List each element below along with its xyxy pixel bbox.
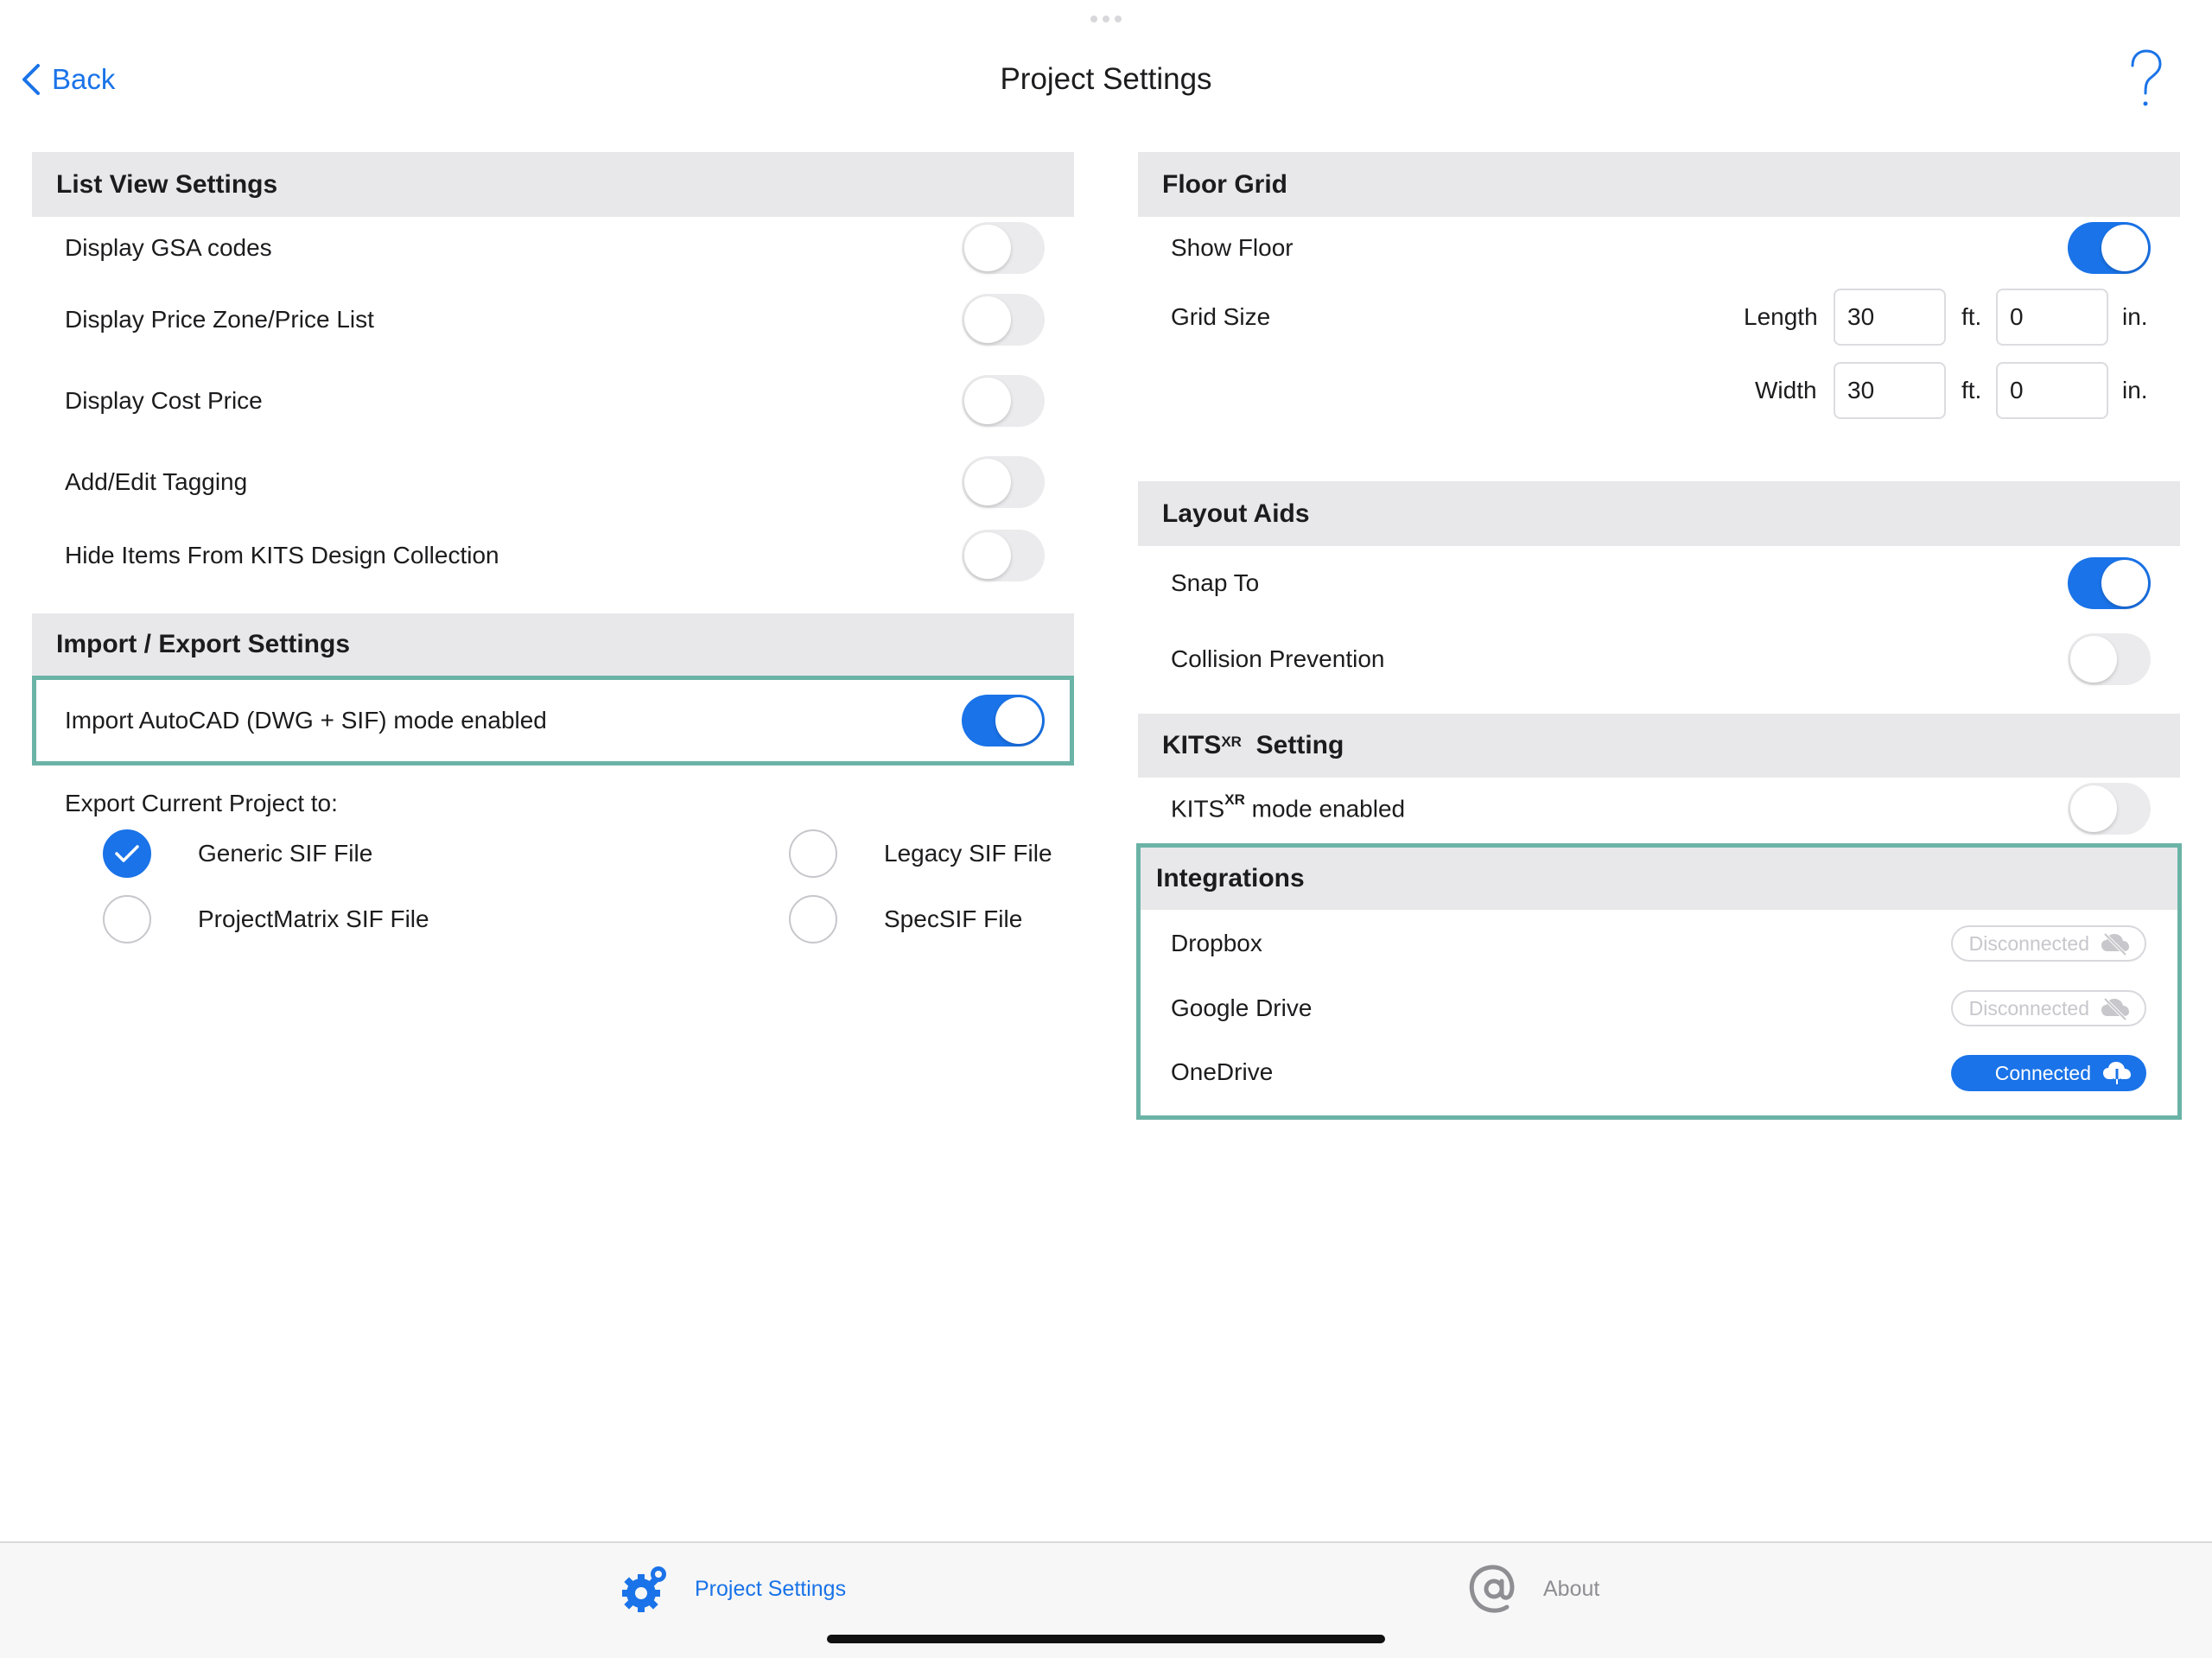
setting-label: Hide Items From KITS Design Collection bbox=[65, 541, 499, 569]
cloud-download-icon bbox=[2103, 1062, 2131, 1085]
setting-label: Display GSA codes bbox=[65, 234, 272, 261]
setting-label: Add/Edit Tagging bbox=[65, 468, 248, 495]
collision-label: Collision Prevention bbox=[1171, 645, 1385, 672]
length-label: Length bbox=[1744, 303, 1818, 330]
import-export-heading: Import / Export Settings bbox=[32, 613, 1074, 676]
collision-row: Collision Prevention bbox=[1138, 620, 2180, 698]
kits-xr-mode-row: KITSXR mode enabled bbox=[1138, 778, 2180, 840]
collision-toggle[interactable] bbox=[2068, 633, 2151, 685]
export-label: Export Current Project to: bbox=[65, 790, 338, 816]
setting-row-gsa: Display GSA codes bbox=[32, 217, 1074, 279]
export-label-row: Export Current Project to: bbox=[32, 765, 1074, 817]
autocad-label: Import AutoCAD (DWG + SIF) mode enabled bbox=[65, 707, 547, 734]
kits-xr-mode-label: KITSXR mode enabled bbox=[1171, 791, 1406, 823]
grid-size-label: Grid Size bbox=[1171, 303, 1271, 330]
kits-xr-toggle[interactable] bbox=[2068, 783, 2151, 835]
radio-generic-sif[interactable]: Generic SIF File bbox=[103, 829, 372, 878]
integration-label: Dropbox bbox=[1171, 930, 1262, 956]
show-floor-toggle[interactable] bbox=[2068, 222, 2151, 274]
home-indicator[interactable] bbox=[827, 1635, 1385, 1643]
kits-xr-heading: KITS XR Setting bbox=[1138, 714, 2180, 778]
integration-row-dropbox: Dropbox Disconnected bbox=[1141, 910, 2177, 977]
tab-project-settings[interactable]: Project Settings bbox=[619, 1562, 846, 1616]
tagging-toggle[interactable] bbox=[962, 456, 1045, 508]
right-column: Floor Grid Show Floor Grid Size Length 3… bbox=[1136, 152, 2182, 1120]
gsa-codes-toggle[interactable] bbox=[962, 222, 1045, 274]
radio-button[interactable] bbox=[103, 895, 151, 943]
cloud-slash-icon bbox=[2101, 932, 2129, 956]
kits-xr-heading-suffix: Setting bbox=[1255, 731, 1344, 759]
status-label: Disconnected bbox=[1968, 996, 2089, 1020]
radio-button-checked[interactable] bbox=[103, 829, 151, 878]
floor-grid-heading: Floor Grid bbox=[1138, 152, 2180, 217]
at-sign-icon bbox=[1469, 1565, 1515, 1613]
checkmark-icon bbox=[115, 845, 139, 862]
snap-to-toggle[interactable] bbox=[2068, 557, 2151, 609]
hide-kits-toggle[interactable] bbox=[962, 529, 1045, 581]
onedrive-status-button[interactable]: Connected bbox=[1951, 1055, 2146, 1091]
radio-label: SpecSIF File bbox=[884, 905, 1023, 932]
radio-label: ProjectMatrix SIF File bbox=[198, 905, 429, 932]
snap-to-label: Snap To bbox=[1171, 569, 1260, 596]
status-label: Connected bbox=[1994, 1061, 2091, 1084]
width-label: Width bbox=[1755, 377, 1817, 403]
ft-unit: ft. bbox=[1961, 303, 1982, 330]
cost-price-toggle[interactable] bbox=[962, 375, 1045, 427]
integrations-heading: Integrations bbox=[1141, 848, 2177, 910]
tab-label: About bbox=[1543, 1576, 1600, 1601]
radio-button[interactable] bbox=[789, 895, 837, 943]
tab-label: Project Settings bbox=[695, 1576, 847, 1601]
gear-icon bbox=[622, 1566, 666, 1612]
page-title: Project Settings bbox=[1000, 62, 1212, 96]
snap-to-row: Snap To bbox=[1138, 546, 2180, 620]
integration-row-google-drive: Google Drive Disconnected bbox=[1141, 977, 2177, 1039]
integrations-panel: Integrations Dropbox Disconnected Google… bbox=[1136, 843, 2182, 1120]
status-label: Disconnected bbox=[1968, 931, 2089, 955]
grid-size-block: Grid Size Length 30 ft. 0 in. Width 30 f… bbox=[1138, 279, 2180, 481]
cloud-slash-icon bbox=[2101, 997, 2129, 1020]
export-options: Generic SIF File Legacy SIF File Project… bbox=[32, 817, 1074, 956]
in-unit: in. bbox=[2122, 303, 2148, 330]
radio-label: Legacy SIF File bbox=[884, 840, 1052, 867]
price-zone-toggle[interactable] bbox=[962, 294, 1045, 346]
length-in-input[interactable]: 0 bbox=[1996, 289, 2108, 346]
setting-label: Display Price Zone/Price List bbox=[65, 306, 374, 333]
radio-button[interactable] bbox=[789, 829, 837, 878]
setting-row-cost-price: Display Cost Price bbox=[32, 360, 1074, 441]
width-ft-input[interactable]: 30 bbox=[1834, 362, 1946, 419]
setting-row-hide-kits: Hide Items From KITS Design Collection bbox=[32, 523, 1074, 588]
setting-row-tagging: Add/Edit Tagging bbox=[32, 441, 1074, 523]
kits-xr-heading-prefix: KITS bbox=[1162, 731, 1222, 759]
google-drive-status-button[interactable]: Disconnected bbox=[1951, 990, 2146, 1026]
integration-label: Google Drive bbox=[1171, 994, 1313, 1021]
integration-row-onedrive: OneDrive Connected bbox=[1141, 1039, 2177, 1115]
window-grabber[interactable] bbox=[1090, 16, 1122, 22]
autocad-toggle[interactable] bbox=[962, 695, 1045, 746]
tab-about[interactable]: About bbox=[1467, 1562, 1599, 1616]
radio-legacy-sif[interactable]: Legacy SIF File bbox=[789, 829, 1052, 878]
autocad-row: Import AutoCAD (DWG + SIF) mode enabled bbox=[32, 676, 1074, 765]
radio-projectmatrix-sif[interactable]: ProjectMatrix SIF File bbox=[103, 895, 429, 943]
setting-row-price-zone: Display Price Zone/Price List bbox=[32, 279, 1074, 360]
kits-xr-heading-sup: XR bbox=[1221, 734, 1242, 750]
in-unit: in. bbox=[2122, 377, 2148, 403]
width-in-input[interactable]: 0 bbox=[1996, 362, 2108, 419]
help-icon[interactable] bbox=[2127, 48, 2165, 111]
layout-aids-heading: Layout Aids bbox=[1138, 481, 2180, 546]
length-ft-input[interactable]: 30 bbox=[1834, 289, 1946, 346]
dropbox-status-button[interactable]: Disconnected bbox=[1951, 925, 2146, 962]
show-floor-row: Show Floor bbox=[1138, 217, 2180, 279]
left-column: List View Settings Display GSA codes Dis… bbox=[32, 152, 1074, 956]
radio-specsif[interactable]: SpecSIF File bbox=[789, 895, 1022, 943]
setting-label: Display Cost Price bbox=[65, 387, 263, 414]
show-floor-label: Show Floor bbox=[1171, 234, 1294, 261]
radio-label: Generic SIF File bbox=[198, 840, 373, 867]
integration-label: OneDrive bbox=[1171, 1058, 1274, 1085]
list-view-heading: List View Settings bbox=[32, 152, 1074, 217]
ft-unit: ft. bbox=[1961, 377, 1982, 403]
